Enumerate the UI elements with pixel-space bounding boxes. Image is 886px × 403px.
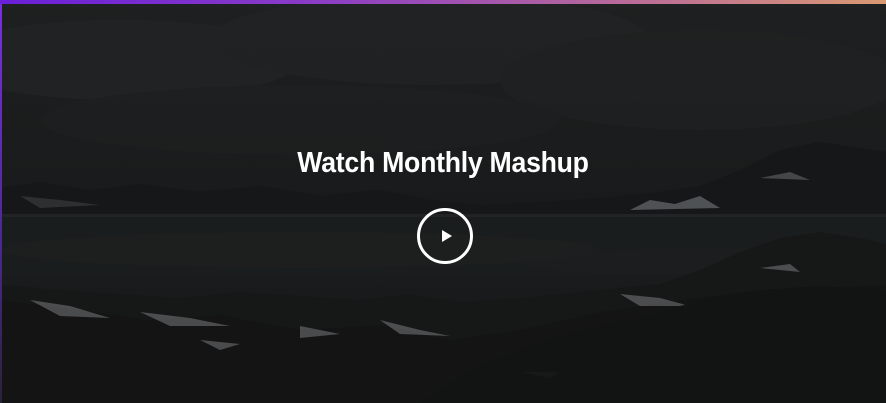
hero-content: Watch Monthly Mashup (0, 0, 886, 403)
play-video-button[interactable] (417, 208, 473, 264)
video-hero: Watch Monthly Mashup (0, 0, 886, 403)
play-icon (442, 230, 452, 242)
hero-title: Watch Monthly Mashup (297, 147, 589, 179)
top-accent-bar (0, 0, 886, 4)
left-accent-edge (0, 4, 2, 403)
